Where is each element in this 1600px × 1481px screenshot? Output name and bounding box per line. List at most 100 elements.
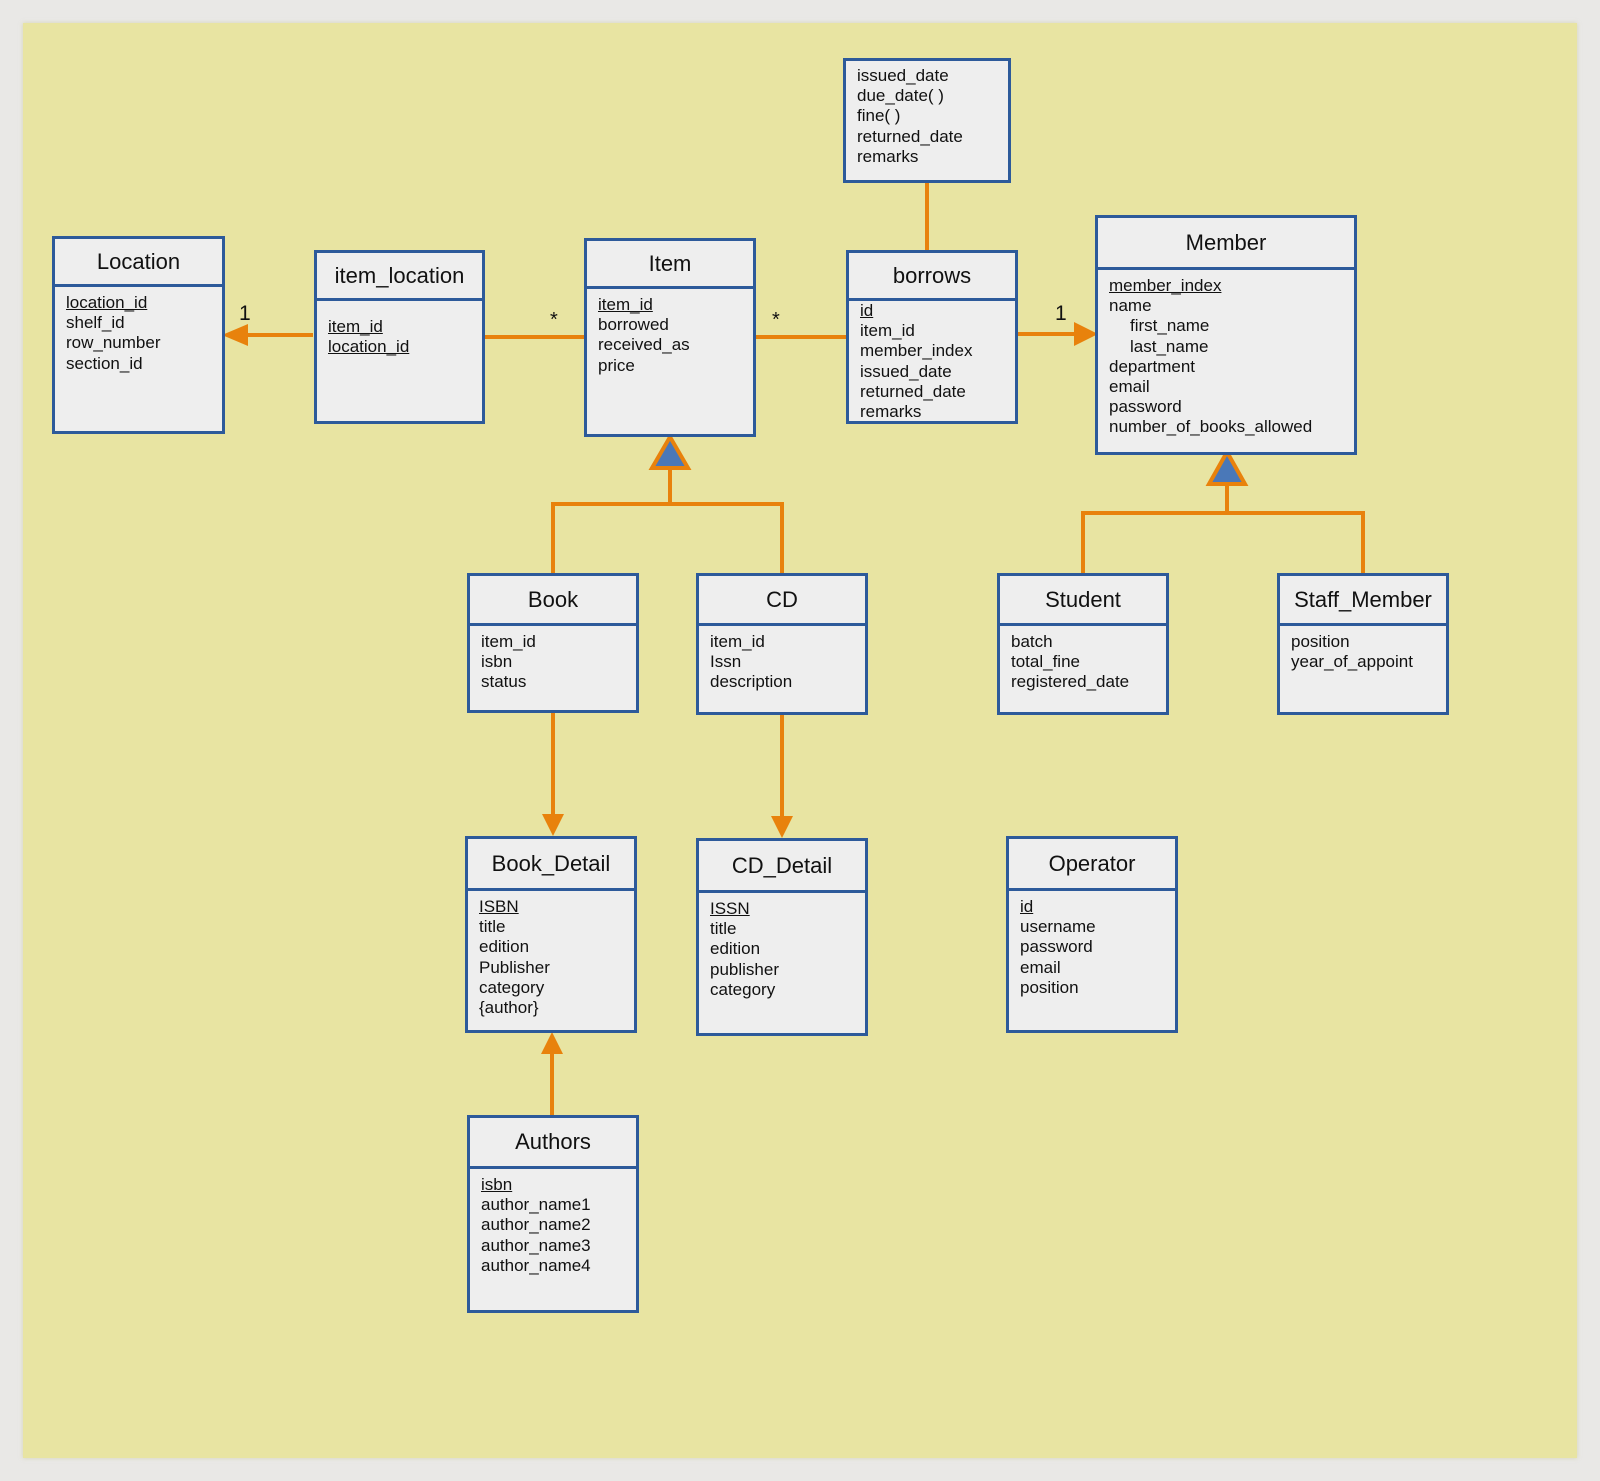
- attribute-list: item_id borrowed received_as price: [587, 289, 753, 376]
- class-name: Location: [55, 239, 222, 287]
- class-operator[interactable]: Operator id username password email posi…: [1006, 836, 1178, 1033]
- class-location[interactable]: Location location_id shelf_id row_number…: [52, 236, 225, 434]
- attribute-list: ISSN title edition publisher category: [699, 893, 865, 1000]
- attribute: first_name: [1130, 316, 1210, 336]
- attribute-list: item_id Issn description: [699, 626, 865, 693]
- attribute: item_id: [860, 321, 915, 341]
- multiplicity-item-star: *: [550, 309, 558, 331]
- attribute: author_name2: [481, 1215, 591, 1235]
- class-borrows[interactable]: borrows id item_id member_index issued_d…: [846, 250, 1018, 424]
- attribute-list: location_id shelf_id row_number section_…: [55, 287, 222, 374]
- attribute-list: item_id location_id: [317, 301, 482, 357]
- class-name: Item: [587, 241, 753, 289]
- attribute: email: [1020, 957, 1061, 977]
- class-name: Operator: [1009, 839, 1175, 891]
- attribute: borrowed: [598, 315, 669, 335]
- class-book-detail[interactable]: Book_Detail ISBN title edition Publisher…: [465, 836, 637, 1033]
- attribute: {author}: [479, 998, 539, 1018]
- attribute: remarks: [860, 402, 922, 422]
- attribute-list: ISBN title edition Publisher category {a…: [468, 891, 634, 1018]
- attribute: item_id: [598, 295, 653, 314]
- attribute: member_index: [1109, 276, 1222, 295]
- attribute: registered_date: [1011, 672, 1130, 692]
- multiplicity-borrows-star: *: [772, 309, 780, 331]
- attribute: location_id: [66, 293, 148, 312]
- attribute: issued_date: [857, 66, 949, 85]
- attribute: item_id: [328, 317, 383, 336]
- class-name: Book: [470, 576, 636, 626]
- attribute: id: [1020, 897, 1034, 916]
- attribute: status: [481, 672, 527, 692]
- attribute: Issn: [710, 652, 742, 672]
- class-cd-detail[interactable]: CD_Detail ISSN title edition publisher c…: [696, 838, 868, 1036]
- class-name: CD: [699, 576, 865, 626]
- attribute: publisher: [710, 959, 779, 979]
- attribute-list: batch total_fine registered_date: [1000, 626, 1166, 693]
- attribute: edition: [710, 939, 761, 959]
- class-name: Authors: [470, 1118, 636, 1169]
- attribute: category: [479, 977, 545, 997]
- attribute: issued_date: [860, 361, 952, 381]
- attribute: member_index: [860, 341, 973, 361]
- attribute: position: [1020, 977, 1079, 997]
- attribute: author_name1: [481, 1195, 591, 1215]
- attribute: department: [1109, 356, 1195, 376]
- class-name: item_location: [317, 253, 482, 301]
- attribute-list: member_index name first_name last_name d…: [1098, 270, 1354, 438]
- class-book[interactable]: Book item_id isbn status: [467, 573, 639, 713]
- attribute-list: position year_of_appoint: [1280, 626, 1446, 672]
- attribute: author_name3: [481, 1235, 591, 1255]
- attribute: description: [710, 672, 793, 692]
- class-staff-member[interactable]: Staff_Member position year_of_appoint: [1277, 573, 1449, 715]
- attribute: item_id: [710, 632, 765, 651]
- attribute: Publisher: [479, 957, 550, 977]
- attribute: received_as: [598, 335, 690, 355]
- attribute: returned_date: [860, 381, 966, 401]
- attribute: author_name4: [481, 1255, 591, 1275]
- attribute: username: [1020, 917, 1096, 937]
- attribute: due_date( ): [857, 86, 944, 106]
- attribute-list: id username password email position: [1009, 891, 1175, 998]
- class-borrows-note[interactable]: issued_date due_date( ) fine( ) returned…: [843, 58, 1011, 183]
- class-name: Book_Detail: [468, 839, 634, 891]
- attribute: fine( ): [857, 106, 901, 126]
- class-cd[interactable]: CD item_id Issn description: [696, 573, 868, 715]
- class-name: Student: [1000, 576, 1166, 626]
- attribute: category: [710, 979, 776, 999]
- attribute: remarks: [857, 146, 919, 166]
- attribute: title: [710, 919, 737, 939]
- attribute: year_of_appoint: [1291, 652, 1413, 672]
- class-student[interactable]: Student batch total_fine registered_date: [997, 573, 1169, 715]
- attribute: password: [1020, 937, 1093, 957]
- class-authors[interactable]: Authors isbn author_name1 author_name2 a…: [467, 1115, 639, 1313]
- class-item-location[interactable]: item_location item_id location_id: [314, 250, 485, 424]
- attribute: section_id: [66, 353, 143, 373]
- multiplicity-location-1: 1: [239, 302, 251, 325]
- attribute: location_id: [328, 337, 410, 357]
- multiplicity-member-1: 1: [1055, 302, 1067, 325]
- attribute: password: [1109, 397, 1182, 417]
- attribute: ISSN: [710, 899, 750, 918]
- attribute: item_id: [481, 632, 536, 651]
- attribute-list: issued_date due_date( ) fine( ) returned…: [846, 61, 1008, 167]
- attribute: total_fine: [1011, 652, 1080, 672]
- attribute-list: id item_id member_index issued_date retu…: [849, 301, 1015, 422]
- class-name: borrows: [849, 253, 1015, 301]
- attribute: ISBN: [479, 897, 519, 916]
- attribute: last_name: [1130, 336, 1209, 356]
- class-name: CD_Detail: [699, 841, 865, 893]
- attribute: id: [860, 301, 874, 320]
- attribute: name: [1109, 296, 1152, 316]
- class-item[interactable]: Item item_id borrowed received_as price: [584, 238, 756, 437]
- attribute: title: [479, 917, 506, 937]
- class-member[interactable]: Member member_index name first_name last…: [1095, 215, 1357, 455]
- attribute: email: [1109, 377, 1150, 397]
- attribute: isbn: [481, 652, 513, 672]
- attribute-list: item_id isbn status: [470, 626, 636, 693]
- class-name: Member: [1098, 218, 1354, 270]
- attribute: isbn: [481, 1175, 513, 1194]
- attribute: returned_date: [857, 126, 963, 146]
- attribute: number_of_books_allowed: [1109, 417, 1313, 437]
- attribute-list: isbn author_name1 author_name2 author_na…: [470, 1169, 636, 1276]
- attribute: shelf_id: [66, 313, 125, 333]
